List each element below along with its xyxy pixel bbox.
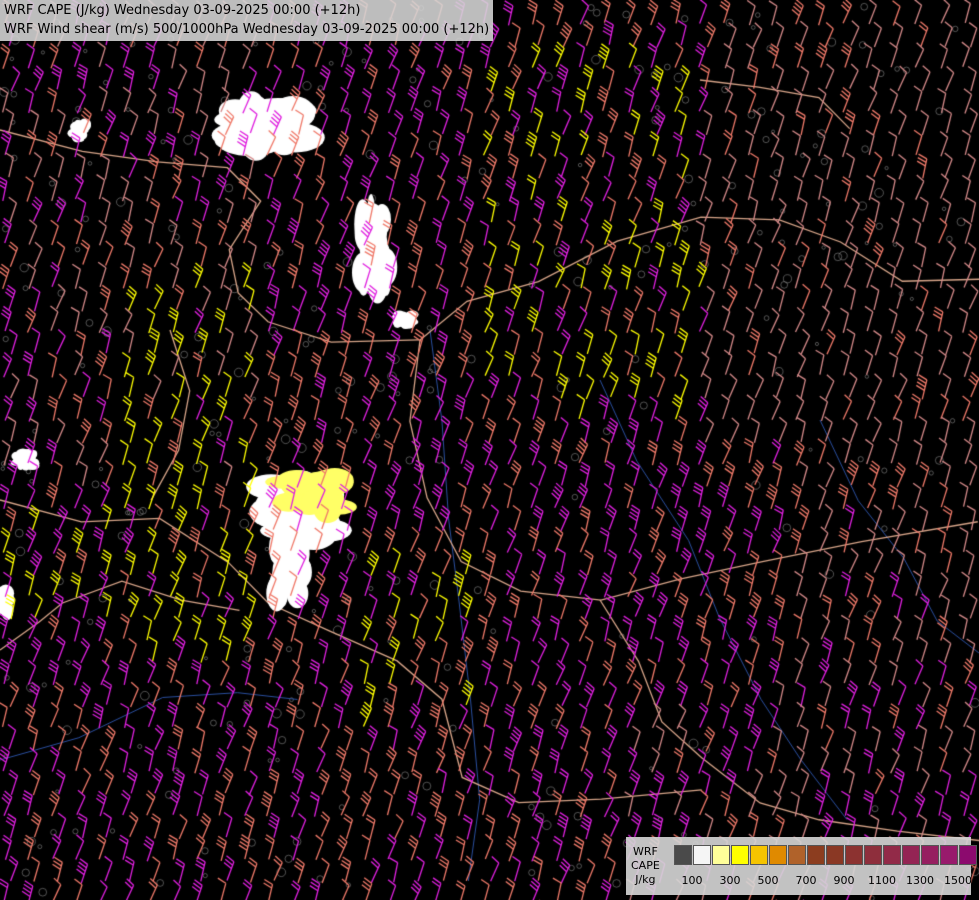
legend-swatch [883, 845, 901, 865]
legend-swatch [769, 845, 787, 865]
legend-swatch [693, 845, 711, 865]
legend-swatches [674, 845, 978, 865]
weather-map [0, 0, 979, 900]
legend-swatch [940, 845, 958, 865]
legend-swatch [959, 845, 977, 865]
legend-swatch [864, 845, 882, 865]
cape-legend: WRF CAPE J/kg 100 300 500 700 900 1100 1300 150… [626, 837, 977, 895]
legend-swatch [712, 845, 730, 865]
legend-title-line-2: CAPE [631, 859, 660, 872]
wind-shear-title: WRF Wind shear (m/s) 500/1000hPa Wednesd… [4, 22, 490, 37]
legend-swatch [674, 845, 692, 865]
legend-tick-label: 1500 [944, 874, 972, 887]
map-title-box: WRF CAPE (J/kg) Wednesday 03-09-2025 00:… [0, 0, 494, 41]
legend-swatch [788, 845, 806, 865]
legend-title-line-3: J/kg [635, 873, 656, 886]
legend-title: WRF CAPE J/kg [631, 845, 660, 887]
legend-swatch [845, 845, 863, 865]
legend-tick-label: 500 [757, 874, 779, 887]
legend-swatch [826, 845, 844, 865]
legend-swatch [921, 845, 939, 865]
legend-swatch [902, 845, 920, 865]
legend-swatch [750, 845, 768, 865]
legend-tick-label: 1100 [868, 874, 896, 887]
legend-tick-label: 700 [795, 874, 817, 887]
legend-tick-label: 300 [719, 874, 741, 887]
legend-tick-label: 100 [681, 874, 703, 887]
legend-tick-label: 900 [833, 874, 855, 887]
legend-tick-label: 1300 [906, 874, 934, 887]
legend-ticks: 100 300 500 700 900 1100 1300 1500 [674, 874, 974, 888]
legend-swatch [807, 845, 825, 865]
legend-title-line-1: WRF [632, 845, 658, 858]
cape-title: WRF CAPE (J/kg) Wednesday 03-09-2025 00:… [4, 3, 361, 18]
legend-swatch [731, 845, 749, 865]
